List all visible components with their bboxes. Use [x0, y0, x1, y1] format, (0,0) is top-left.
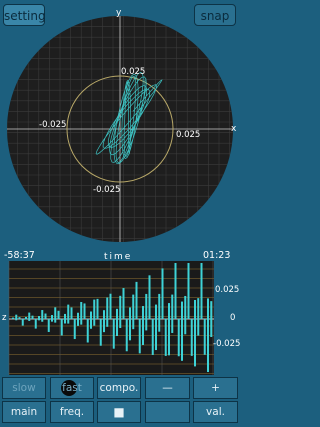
plus-label: +: [211, 382, 220, 394]
xy-scope: [7, 16, 233, 242]
slow-label: slow: [12, 382, 36, 394]
empty-button[interactable]: [145, 401, 190, 423]
compo-button[interactable]: compo.: [97, 377, 141, 399]
fast-label: fast: [62, 382, 82, 394]
setting-label: setting: [4, 9, 46, 23]
tick-zero: 0: [230, 313, 236, 323]
slow-button[interactable]: slow: [2, 377, 46, 399]
x-axis-label: x: [231, 124, 237, 134]
stop-icon: ■: [113, 405, 125, 419]
snap-button[interactable]: snap: [194, 4, 236, 26]
start-time: -58:37: [4, 250, 35, 261]
scope-tick-bottom: -0.025: [93, 185, 121, 195]
y-axis-label: y: [116, 8, 122, 18]
val-button[interactable]: val.: [193, 401, 238, 423]
scope-tick-top: 0.025: [121, 67, 146, 77]
minus-label: —: [162, 382, 173, 394]
main-button[interactable]: main: [2, 401, 46, 423]
scope-tick-left: -0.025: [39, 120, 67, 130]
scope-tick-right: 0.025: [176, 130, 201, 140]
tick-negative: -0.025: [213, 339, 241, 349]
plus-button[interactable]: +: [193, 377, 238, 399]
z-axis-label: z: [2, 313, 7, 323]
minus-button[interactable]: —: [145, 377, 190, 399]
fast-button[interactable]: fast: [50, 377, 94, 399]
main-label: main: [10, 406, 38, 418]
end-time: 01:23: [203, 250, 231, 261]
stop-button[interactable]: ■: [97, 401, 141, 423]
setting-button[interactable]: setting: [3, 4, 46, 26]
freq-button[interactable]: freq.: [50, 401, 94, 423]
compo-label: compo.: [99, 382, 139, 394]
snap-label: snap: [200, 9, 230, 23]
time-chart: [8, 261, 214, 375]
val-label: val.: [206, 406, 225, 418]
freq-label: freq.: [59, 406, 85, 418]
tick-positive: 0.025: [215, 285, 240, 295]
